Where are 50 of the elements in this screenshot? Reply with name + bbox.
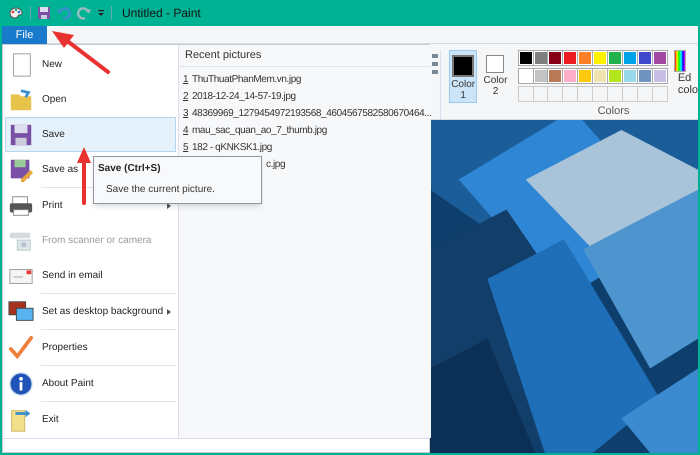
color-swatch[interactable] [547, 68, 564, 84]
color-swatch[interactable] [636, 50, 653, 66]
group-label: Colors [598, 104, 630, 119]
color-swatch[interactable] [577, 50, 594, 66]
info-icon [8, 370, 34, 396]
edit-colors-label[interactable]: Ed colo [674, 72, 698, 96]
paint-app-icon [8, 6, 24, 20]
color-swatch[interactable] [518, 50, 534, 66]
menu-item[interactable]: Send in email [5, 258, 176, 293]
recent-file-item[interactable]: 5 182 - qKNKSK1.jpg [179, 138, 432, 156]
color-swatch[interactable] [636, 68, 653, 84]
color-swatch[interactable] [562, 50, 578, 66]
color-2-button[interactable]: Color 2 [481, 50, 510, 103]
color-swatch[interactable] [652, 68, 668, 84]
arrow [77, 147, 91, 205]
section-heading: Recent pictures [179, 45, 432, 66]
menu-item[interactable]: Exit [5, 402, 176, 437]
color-swatch[interactable] [547, 50, 564, 66]
color-swatch[interactable] [577, 68, 594, 84]
recent-file-item[interactable]: 2 2018-12-24_14-57-19.jpg [179, 88, 432, 104]
color-swatch[interactable] [592, 50, 608, 66]
color-swatch[interactable] [518, 68, 534, 84]
menu-item[interactable]: Open [5, 82, 176, 117]
folder-icon [8, 86, 34, 112]
save-icon[interactable] [37, 6, 51, 20]
checkmark-icon [8, 334, 34, 360]
file-tab[interactable]: File [2, 26, 47, 44]
undo-icon[interactable] [57, 6, 71, 20]
tooltip-title: Save (Ctrl+S) [98, 162, 162, 176]
recent-file-item[interactable]: 3 48369969_1279454972193568_4604567582580670464... [179, 104, 432, 122]
menu-item[interactable]: Set as desktop background [5, 294, 176, 329]
color-swatch[interactable] [622, 68, 638, 84]
color-swatch[interactable] [607, 68, 624, 84]
menu-item[interactable]: About Paint [5, 366, 176, 401]
window-title: Untitled - Paint [122, 5, 201, 22]
redo-icon[interactable] [77, 6, 91, 20]
menu-item[interactable]: Save [5, 117, 176, 152]
recent-file-item[interactable]: 4 mau_sac_quan_ao_7_thumb.jpg [179, 122, 432, 138]
color-swatch[interactable] [562, 68, 578, 84]
color-swatch[interactable] [622, 50, 638, 66]
color-swatch[interactable] [592, 68, 608, 84]
color-swatch[interactable] [652, 50, 668, 66]
tooltip-text: Save the current picture. [105, 183, 216, 197]
color-spectrum-icon[interactable] [674, 50, 686, 72]
menu-item[interactable]: Properties [5, 330, 176, 365]
color-swatch[interactable] [607, 50, 624, 66]
caret-icon[interactable] [97, 9, 105, 17]
color-1-button[interactable]: Color 1 [449, 50, 478, 103]
menu-item[interactable]: New [5, 47, 176, 82]
recent-file-item[interactable]: 1 ThuThuatPhanMem.vn.jpg [179, 70, 432, 88]
